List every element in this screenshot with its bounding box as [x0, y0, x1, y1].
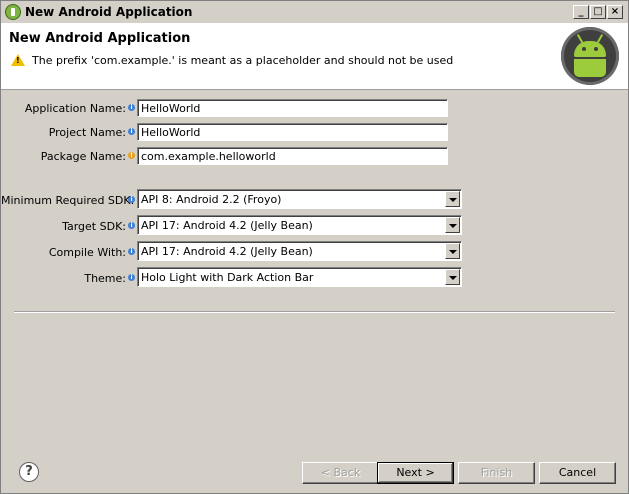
- project-name-field[interactable]: HelloWorld: [137, 123, 448, 141]
- title-bar[interactable]: New Android Application _ □ ×: [1, 1, 628, 23]
- new-android-application-dialog: New Android Application _ □ × New Androi…: [0, 0, 629, 494]
- wizard-title: New Android Application: [9, 31, 191, 46]
- help-icon[interactable]: ?: [19, 462, 39, 482]
- theme-label: Theme:: [84, 272, 126, 285]
- compile-with-label: Compile With:: [48, 246, 126, 259]
- next-button[interactable]: Next >: [377, 462, 454, 484]
- info-icon[interactable]: i: [128, 104, 135, 111]
- min-sdk-value: API 8: Android 2.2 (Froyo): [141, 193, 282, 206]
- theme-select[interactable]: Holo Light with Dark Action Bar: [137, 267, 462, 287]
- back-button[interactable]: < Back: [302, 462, 379, 484]
- application-name-label: Application Name:: [24, 102, 126, 115]
- android-head: [574, 41, 606, 57]
- compile-with-select[interactable]: API 17: Android 4.2 (Jelly Bean): [137, 241, 462, 261]
- compile-with-value: API 17: Android 4.2 (Jelly Bean): [141, 245, 313, 258]
- info-icon[interactable]: i: [128, 274, 135, 281]
- target-sdk-value: API 17: Android 4.2 (Jelly Bean): [141, 219, 313, 232]
- info-icon[interactable]: i: [128, 222, 135, 229]
- wizard-header: New Android Application ! The prefix 'co…: [1, 23, 628, 90]
- info-icon[interactable]: i: [128, 196, 135, 203]
- warning-small-icon[interactable]: !: [128, 152, 135, 159]
- chevron-down-icon[interactable]: [445, 269, 460, 285]
- application-name-field[interactable]: HelloWorld: [137, 99, 448, 117]
- project-name-label: Project Name:: [48, 126, 126, 139]
- info-icon[interactable]: i: [128, 248, 135, 255]
- theme-value: Holo Light with Dark Action Bar: [141, 271, 314, 284]
- separator: [14, 311, 615, 313]
- maximize-button[interactable]: □: [590, 5, 606, 19]
- finish-button[interactable]: Finish: [458, 462, 535, 484]
- warning-icon: !: [11, 54, 25, 66]
- chevron-down-icon[interactable]: [445, 191, 460, 207]
- android-app-icon: [5, 4, 21, 20]
- min-sdk-label: Minimum Required SDK:: [1, 194, 135, 207]
- min-sdk-select[interactable]: API 8: Android 2.2 (Froyo): [137, 189, 462, 209]
- minimize-button[interactable]: _: [573, 5, 589, 19]
- package-name-field[interactable]: com.example.helloworld: [137, 147, 448, 165]
- info-icon[interactable]: i: [128, 128, 135, 135]
- chevron-down-icon[interactable]: [445, 217, 460, 233]
- android-eye-right: [594, 47, 598, 51]
- wizard-message: The prefix 'com.example.' is meant as a …: [32, 54, 454, 67]
- chevron-down-icon[interactable]: [445, 243, 460, 259]
- window-title: New Android Application: [25, 5, 193, 19]
- target-sdk-label: Target SDK:: [62, 220, 126, 233]
- close-button[interactable]: ×: [607, 5, 623, 19]
- cancel-button[interactable]: Cancel: [539, 462, 616, 484]
- target-sdk-select[interactable]: API 17: Android 4.2 (Jelly Bean): [137, 215, 462, 235]
- android-logo: [561, 27, 619, 85]
- android-body: [574, 59, 606, 77]
- package-name-label: Package Name:: [40, 150, 126, 163]
- android-eye-left: [582, 47, 586, 51]
